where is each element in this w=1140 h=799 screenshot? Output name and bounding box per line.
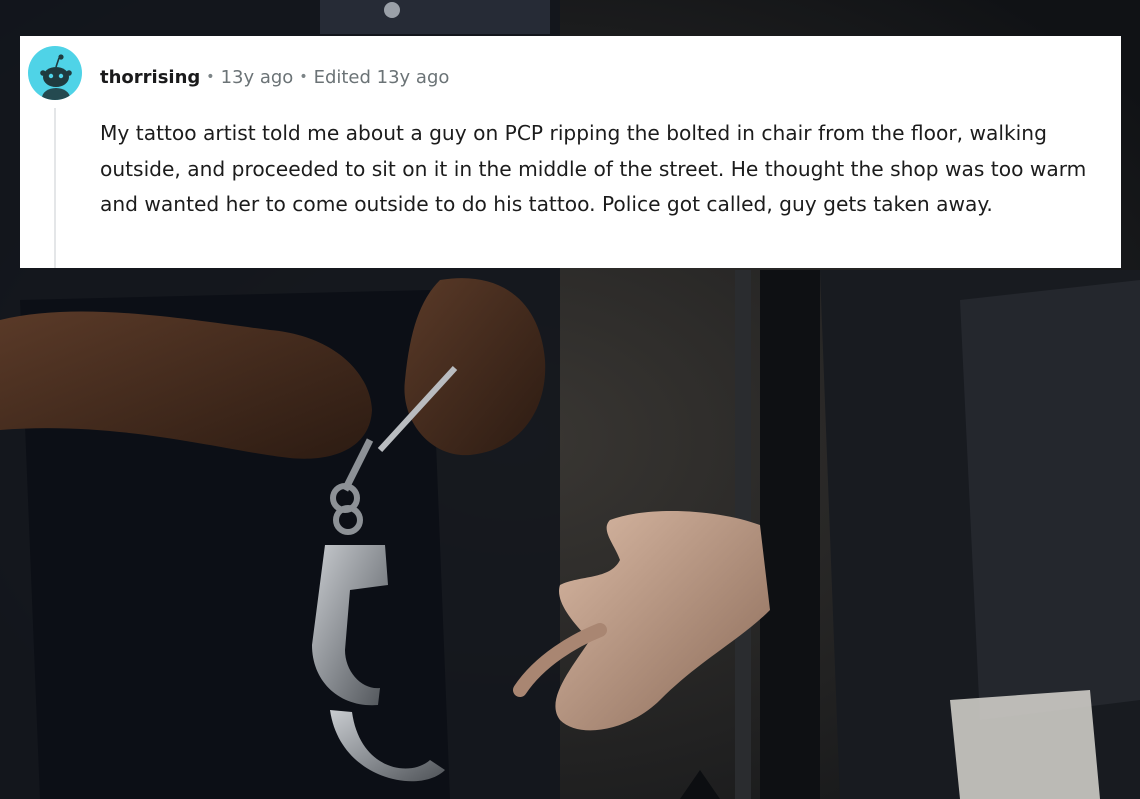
- thread-line[interactable]: [54, 108, 56, 268]
- posted-time: 13y ago: [220, 66, 294, 88]
- meta-separator: •: [206, 69, 215, 85]
- snoo-icon: [40, 54, 72, 100]
- comment-body: My tattoo artist told me about a guy on …: [100, 121, 1087, 216]
- comment-card: thorrising • 13y ago • Edited 13y ago My…: [20, 36, 1121, 268]
- username-link[interactable]: thorrising: [100, 67, 200, 88]
- avatar[interactable]: [28, 46, 82, 100]
- edited-time: Edited 13y ago: [313, 66, 450, 88]
- meta-separator: •: [299, 69, 308, 85]
- comment-meta: thorrising • 13y ago • Edited 13y ago: [100, 64, 449, 90]
